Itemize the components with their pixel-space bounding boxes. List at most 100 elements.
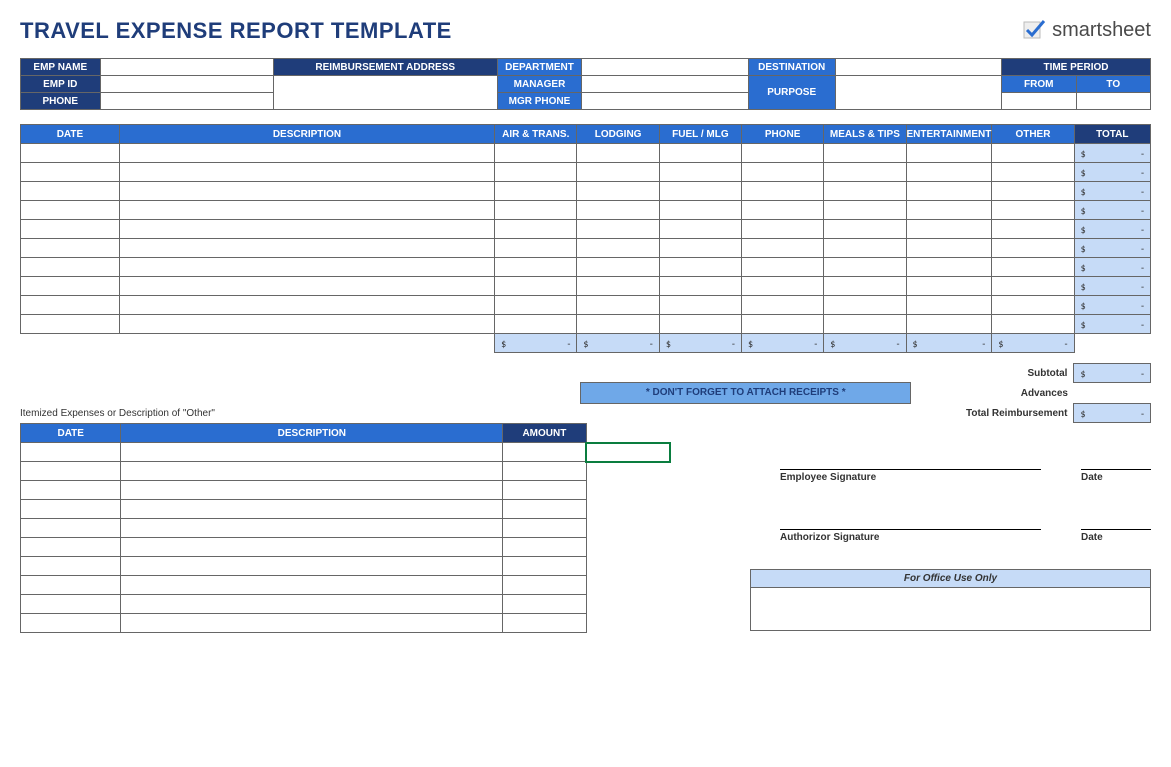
- expense-cell[interactable]: [992, 201, 1074, 220]
- expense-cell[interactable]: [659, 277, 741, 296]
- itemized-cell[interactable]: [121, 576, 503, 595]
- expense-cell[interactable]: [119, 239, 494, 258]
- input-emp-id[interactable]: [100, 76, 273, 93]
- itemized-cell[interactable]: [121, 538, 503, 557]
- expense-cell[interactable]: [824, 182, 906, 201]
- expense-cell[interactable]: [495, 277, 577, 296]
- expense-cell[interactable]: [21, 315, 120, 334]
- itemized-cell[interactable]: [121, 595, 503, 614]
- expense-cell[interactable]: [577, 258, 659, 277]
- itemized-cell[interactable]: [503, 519, 586, 538]
- expense-cell[interactable]: [119, 220, 494, 239]
- expense-cell[interactable]: [659, 220, 741, 239]
- expense-cell[interactable]: [659, 144, 741, 163]
- expense-cell[interactable]: [824, 315, 906, 334]
- expense-cell[interactable]: [824, 277, 906, 296]
- itemized-cell[interactable]: [503, 576, 586, 595]
- itemized-cell[interactable]: [503, 595, 586, 614]
- input-reimb-address[interactable]: [273, 76, 497, 110]
- expense-cell[interactable]: [741, 144, 823, 163]
- input-manager[interactable]: [582, 76, 748, 93]
- expense-cell[interactable]: [21, 277, 120, 296]
- itemized-cell[interactable]: [503, 557, 586, 576]
- expense-cell[interactable]: [577, 315, 659, 334]
- expense-cell[interactable]: [824, 258, 906, 277]
- authorizor-signature-date[interactable]: Date: [1081, 529, 1151, 543]
- itemized-cell[interactable]: [21, 500, 121, 519]
- expense-cell[interactable]: [741, 277, 823, 296]
- expense-cell[interactable]: [659, 296, 741, 315]
- itemized-cell[interactable]: [21, 462, 121, 481]
- expense-cell[interactable]: [741, 315, 823, 334]
- expense-cell[interactable]: [906, 239, 992, 258]
- expense-cell[interactable]: [741, 163, 823, 182]
- itemized-cell[interactable]: [121, 500, 503, 519]
- expense-cell[interactable]: [906, 201, 992, 220]
- expense-cell[interactable]: [992, 163, 1074, 182]
- expense-cell[interactable]: [495, 182, 577, 201]
- expense-cell[interactable]: [577, 163, 659, 182]
- itemized-cell[interactable]: [121, 481, 503, 500]
- office-use-body[interactable]: [751, 588, 1150, 630]
- itemized-cell[interactable]: [21, 557, 121, 576]
- employee-signature-line[interactable]: Employee Signature: [780, 469, 1041, 483]
- expense-cell[interactable]: [906, 296, 992, 315]
- expense-cell[interactable]: [741, 296, 823, 315]
- expense-cell[interactable]: [992, 277, 1074, 296]
- expense-cell[interactable]: [824, 296, 906, 315]
- expense-cell[interactable]: [741, 182, 823, 201]
- itemized-cell[interactable]: [21, 538, 121, 557]
- expense-cell[interactable]: [992, 239, 1074, 258]
- expense-cell[interactable]: [119, 201, 494, 220]
- expense-cell[interactable]: [119, 163, 494, 182]
- itemized-cell[interactable]: [21, 576, 121, 595]
- input-emp-name[interactable]: [100, 59, 273, 76]
- itemized-cell[interactable]: [121, 614, 503, 633]
- expense-cell[interactable]: [577, 220, 659, 239]
- expense-cell[interactable]: [906, 258, 992, 277]
- expense-cell[interactable]: [21, 144, 120, 163]
- itemized-cell[interactable]: [121, 462, 503, 481]
- input-from[interactable]: [1001, 93, 1076, 110]
- expense-cell[interactable]: [906, 315, 992, 334]
- itemized-cell[interactable]: [503, 481, 586, 500]
- expense-cell[interactable]: [741, 258, 823, 277]
- input-phone[interactable]: [100, 93, 273, 110]
- expense-cell[interactable]: [495, 201, 577, 220]
- expense-cell[interactable]: [21, 163, 120, 182]
- expense-cell[interactable]: [495, 239, 577, 258]
- expense-cell[interactable]: [119, 258, 494, 277]
- expense-cell[interactable]: [577, 182, 659, 201]
- expense-cell[interactable]: [906, 277, 992, 296]
- itemized-cell[interactable]: [21, 614, 121, 633]
- expense-cell[interactable]: [577, 277, 659, 296]
- itemized-cell[interactable]: [503, 538, 586, 557]
- itemized-cell[interactable]: [121, 443, 503, 462]
- expense-cell[interactable]: [824, 220, 906, 239]
- itemized-cell[interactable]: [503, 462, 586, 481]
- expense-cell[interactable]: [21, 182, 120, 201]
- expense-cell[interactable]: [906, 182, 992, 201]
- input-to[interactable]: [1076, 93, 1150, 110]
- expense-cell[interactable]: [495, 296, 577, 315]
- itemized-cell[interactable]: [21, 519, 121, 538]
- itemized-cell[interactable]: [21, 595, 121, 614]
- expense-cell[interactable]: [906, 144, 992, 163]
- expense-cell[interactable]: [119, 277, 494, 296]
- expense-cell[interactable]: [495, 315, 577, 334]
- expense-cell[interactable]: [119, 144, 494, 163]
- expense-cell[interactable]: [21, 296, 120, 315]
- itemized-cell[interactable]: [503, 500, 586, 519]
- expense-cell[interactable]: [906, 220, 992, 239]
- expense-cell[interactable]: [495, 220, 577, 239]
- expense-cell[interactable]: [659, 201, 741, 220]
- expense-cell[interactable]: [741, 220, 823, 239]
- expense-cell[interactable]: [21, 201, 120, 220]
- expense-cell[interactable]: [659, 315, 741, 334]
- expense-cell[interactable]: [741, 239, 823, 258]
- expense-cell[interactable]: [906, 163, 992, 182]
- input-purpose[interactable]: [835, 76, 1001, 110]
- expense-cell[interactable]: [992, 258, 1074, 277]
- expense-cell[interactable]: [992, 220, 1074, 239]
- itemized-cell[interactable]: [121, 519, 503, 538]
